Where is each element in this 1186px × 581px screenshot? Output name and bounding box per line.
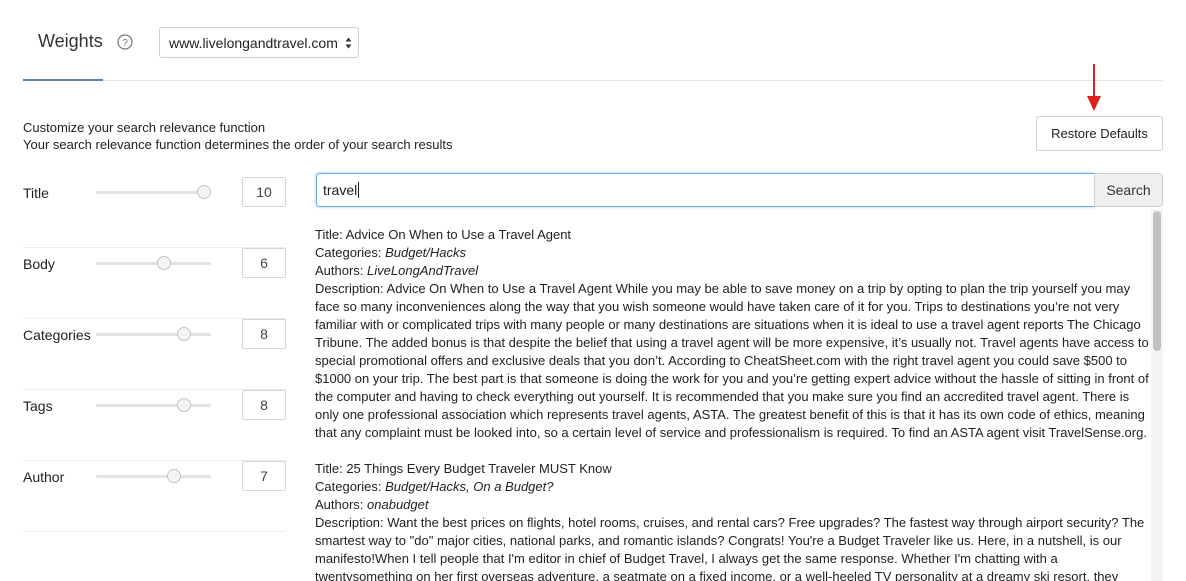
title-prefix: Title: [315, 227, 346, 242]
description-value: Advice On When to Use a Travel Agent Whi… [315, 281, 1149, 440]
slider-thumb[interactable] [166, 469, 181, 483]
restore-defaults-button[interactable]: Restore Defaults [1036, 116, 1163, 151]
weight-row-categories: Categories 8 [23, 319, 286, 390]
weight-label: Tags [23, 398, 53, 414]
weight-row-author: Author 7 [23, 461, 286, 532]
slider-thumb[interactable] [156, 256, 171, 270]
result-description: Description: Want the best prices on fli… [315, 514, 1149, 581]
title-value: Advice On When to Use a Travel Agent [345, 227, 572, 242]
weight-value-input[interactable]: 8 [242, 319, 286, 349]
weight-value-input[interactable]: 10 [242, 177, 286, 207]
page-title[interactable]: Weights [38, 31, 103, 52]
weight-label: Categories [23, 327, 91, 343]
description-line-1: Customize your search relevance function [23, 120, 266, 135]
weight-slider[interactable] [96, 185, 211, 199]
categories-value: Budget/Hacks [385, 245, 467, 260]
categories-prefix: Categories: [315, 245, 386, 260]
description-prefix: Description: [315, 515, 388, 530]
result-item: Title: Advice On When to Use a Travel Ag… [315, 226, 1149, 442]
site-selector-value: www.livelongandtravel.com [169, 34, 338, 51]
text-caret [358, 182, 360, 198]
result-authors: Authors: onabudget [315, 496, 1149, 514]
categories-prefix: Categories: [315, 479, 386, 494]
weight-row-title: Title 10 [23, 177, 286, 248]
result-categories: Categories: Budget/Hacks, On a Budget? [315, 478, 1149, 496]
header-divider [23, 80, 1163, 81]
search-results[interactable]: Title: Advice On When to Use a Travel Ag… [315, 226, 1149, 581]
weight-label: Author [23, 469, 65, 485]
result-title: Title: Advice On When to Use a Travel Ag… [315, 226, 1149, 244]
search-input-value: travel [323, 182, 358, 198]
svg-text:?: ? [122, 38, 128, 49]
search-button[interactable]: Search [1094, 173, 1163, 207]
weight-slider[interactable] [96, 256, 211, 270]
weight-slider[interactable] [96, 469, 211, 483]
slider-thumb[interactable] [197, 185, 211, 199]
weight-value-input[interactable]: 6 [242, 248, 286, 278]
title-prefix: Title: [315, 461, 347, 476]
weight-value-input[interactable]: 7 [242, 461, 286, 491]
result-item: Title: 25 Things Every Budget Traveler M… [315, 460, 1149, 581]
slider-thumb[interactable] [176, 327, 191, 341]
authors-prefix: Authors: [315, 263, 368, 278]
relevance-description: Customize your search relevance function… [23, 119, 452, 153]
slider-thumb[interactable] [176, 398, 191, 412]
select-arrows-icon [345, 37, 352, 49]
row-divider [23, 531, 286, 532]
description-value: Want the best prices on flights, hotel r… [315, 515, 1145, 581]
weight-label: Title [23, 185, 49, 201]
title-value: 25 Things Every Budget Traveler MUST Kno… [346, 461, 612, 476]
weight-row-body: Body 6 [23, 248, 286, 319]
description-line-2: Your search relevance function determine… [23, 137, 453, 152]
weight-slider[interactable] [96, 327, 211, 341]
active-tab-indicator [23, 79, 103, 81]
result-authors: Authors: LiveLongAndTravel [315, 262, 1149, 280]
authors-value: LiveLongAndTravel [367, 263, 479, 278]
authors-value: onabudget [367, 497, 429, 512]
weight-value-input[interactable]: 8 [242, 390, 286, 420]
site-selector[interactable]: www.livelongandtravel.com [159, 27, 359, 58]
categories-value: Budget/Hacks, On a Budget? [385, 479, 554, 494]
weight-slider[interactable] [96, 398, 211, 412]
result-title: Title: 25 Things Every Budget Traveler M… [315, 460, 1149, 478]
authors-prefix: Authors: [315, 497, 368, 512]
weight-label: Body [23, 256, 55, 272]
results-scrollbar-thumb[interactable] [1153, 211, 1161, 351]
annotation-arrow-icon [1087, 64, 1101, 111]
result-description: Description: Advice On When to Use a Tra… [315, 280, 1149, 442]
weight-row-tags: Tags 8 [23, 390, 286, 461]
question-circle-icon[interactable]: ? [117, 34, 133, 50]
result-categories: Categories: Budget/Hacks [315, 244, 1149, 262]
search-input[interactable]: travel [316, 173, 1095, 207]
description-prefix: Description: [315, 281, 387, 296]
